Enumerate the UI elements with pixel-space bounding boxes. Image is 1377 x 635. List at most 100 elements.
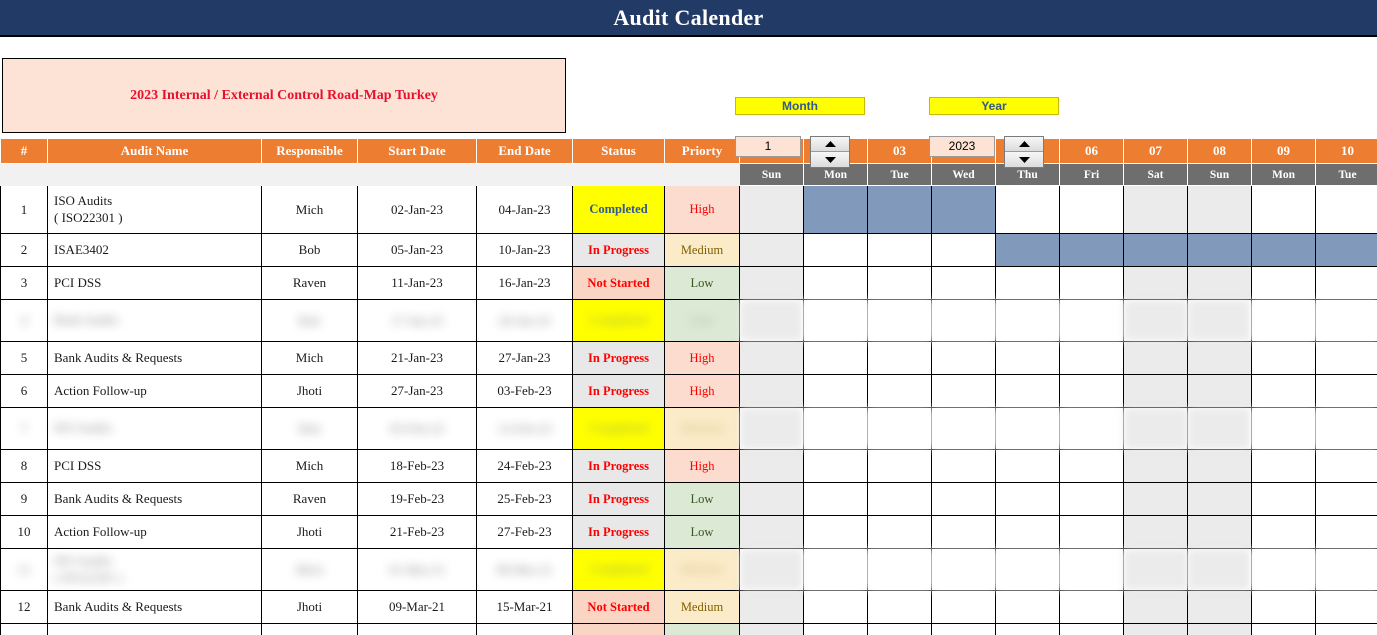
gantt-cell-day-03[interactable]	[867, 623, 932, 635]
gantt-cell-day-07[interactable]	[1123, 482, 1188, 516]
table-row[interactable]: 7 ISO Audits Bob 05-Feb-23 12-Feb-23 Complete…	[0, 407, 1377, 450]
gantt-cell-day-08[interactable]	[1187, 623, 1252, 635]
gantt-cell-day-04[interactable]	[931, 515, 996, 549]
gantt-cell-day-01[interactable]	[739, 233, 804, 267]
gantt-cell-day-07[interactable]	[1123, 515, 1188, 549]
table-row[interactable]: 11 ISO Audits( ISO22301 ) Mich 01-Mar-21 08-…	[0, 548, 1377, 591]
gantt-cell-day-01[interactable]	[739, 515, 804, 549]
gantt-cell-day-05[interactable]	[995, 185, 1060, 234]
gantt-cell-day-09[interactable]	[1251, 233, 1316, 267]
month-input[interactable]: 1	[735, 136, 801, 157]
gantt-cell-day-02[interactable]	[803, 374, 868, 408]
gantt-cell-day-06[interactable]	[1059, 233, 1124, 267]
gantt-cell-day-02[interactable]	[803, 266, 868, 300]
gantt-cell-day-04[interactable]	[931, 548, 996, 591]
gantt-cell-day-07[interactable]	[1123, 299, 1188, 342]
gantt-cell-day-02[interactable]	[803, 482, 868, 516]
table-row[interactable]: 10 Action Follow-up Jhoti 21-Feb-23 27-Feb-2…	[0, 515, 1377, 549]
gantt-cell-day-03[interactable]	[867, 185, 932, 234]
gantt-cell-day-05[interactable]	[995, 482, 1060, 516]
gantt-cell-day-02[interactable]	[803, 590, 868, 624]
gantt-cell-day-04[interactable]	[931, 623, 996, 635]
month-spinner-up-button[interactable]	[811, 137, 849, 152]
gantt-cell-day-10[interactable]	[1315, 590, 1377, 624]
gantt-cell-day-09[interactable]	[1251, 341, 1316, 375]
table-row[interactable]: 2 ISAE3402 Bob 05-Jan-23 10-Jan-23 In Progres…	[0, 233, 1377, 267]
gantt-cell-day-05[interactable]	[995, 515, 1060, 549]
gantt-cell-day-01[interactable]	[739, 299, 804, 342]
gantt-cell-day-02[interactable]	[803, 623, 868, 635]
gantt-cell-day-10[interactable]	[1315, 266, 1377, 300]
gantt-cell-day-05[interactable]	[995, 548, 1060, 591]
gantt-cell-day-06[interactable]	[1059, 449, 1124, 483]
gantt-cell-day-10[interactable]	[1315, 482, 1377, 516]
gantt-cell-day-01[interactable]	[739, 590, 804, 624]
gantt-cell-day-08[interactable]	[1187, 482, 1252, 516]
gantt-cell-day-08[interactable]	[1187, 449, 1252, 483]
gantt-cell-day-01[interactable]	[739, 548, 804, 591]
gantt-cell-day-01[interactable]	[739, 374, 804, 408]
gantt-cell-day-04[interactable]	[931, 233, 996, 267]
gantt-cell-day-03[interactable]	[867, 374, 932, 408]
gantt-cell-day-08[interactable]	[1187, 515, 1252, 549]
gantt-cell-day-08[interactable]	[1187, 185, 1252, 234]
table-row[interactable]: 5 Bank Audits & Requests Mich 21-Jan-23 27-J…	[0, 341, 1377, 375]
gantt-cell-day-10[interactable]	[1315, 515, 1377, 549]
gantt-cell-day-10[interactable]	[1315, 185, 1377, 234]
gantt-cell-day-08[interactable]	[1187, 233, 1252, 267]
gantt-cell-day-02[interactable]	[803, 548, 868, 591]
gantt-cell-day-06[interactable]	[1059, 374, 1124, 408]
table-row[interactable]: 8 PCI DSS Mich 18-Feb-23 24-Feb-23 In Progres…	[0, 449, 1377, 483]
gantt-cell-day-04[interactable]	[931, 341, 996, 375]
gantt-cell-day-01[interactable]	[739, 623, 804, 635]
gantt-cell-day-06[interactable]	[1059, 185, 1124, 234]
gantt-cell-day-09[interactable]	[1251, 482, 1316, 516]
gantt-cell-day-07[interactable]	[1123, 374, 1188, 408]
gantt-cell-day-04[interactable]	[931, 266, 996, 300]
year-spinner[interactable]	[1004, 136, 1044, 168]
gantt-cell-day-03[interactable]	[867, 266, 932, 300]
gantt-cell-day-07[interactable]	[1123, 449, 1188, 483]
gantt-cell-day-04[interactable]	[931, 590, 996, 624]
gantt-cell-day-07[interactable]	[1123, 341, 1188, 375]
gantt-cell-day-06[interactable]	[1059, 299, 1124, 342]
gantt-cell-day-02[interactable]	[803, 407, 868, 450]
gantt-cell-day-04[interactable]	[931, 374, 996, 408]
gantt-cell-day-09[interactable]	[1251, 449, 1316, 483]
gantt-cell-day-09[interactable]	[1251, 407, 1316, 450]
gantt-cell-day-06[interactable]	[1059, 482, 1124, 516]
gantt-cell-day-09[interactable]	[1251, 266, 1316, 300]
gantt-cell-day-01[interactable]	[739, 407, 804, 450]
gantt-cell-day-09[interactable]	[1251, 515, 1316, 549]
gantt-cell-day-05[interactable]	[995, 341, 1060, 375]
year-spinner-up-button[interactable]	[1005, 137, 1043, 152]
gantt-cell-day-09[interactable]	[1251, 590, 1316, 624]
gantt-cell-day-02[interactable]	[803, 185, 868, 234]
gantt-cell-day-07[interactable]	[1123, 548, 1188, 591]
gantt-cell-day-06[interactable]	[1059, 623, 1124, 635]
gantt-cell-day-06[interactable]	[1059, 515, 1124, 549]
gantt-cell-day-06[interactable]	[1059, 407, 1124, 450]
gantt-cell-day-08[interactable]	[1187, 341, 1252, 375]
gantt-cell-day-10[interactable]	[1315, 299, 1377, 342]
gantt-cell-day-09[interactable]	[1251, 185, 1316, 234]
gantt-cell-day-03[interactable]	[867, 515, 932, 549]
gantt-cell-day-03[interactable]	[867, 548, 932, 591]
gantt-cell-day-01[interactable]	[739, 341, 804, 375]
gantt-cell-day-04[interactable]	[931, 482, 996, 516]
gantt-cell-day-06[interactable]	[1059, 341, 1124, 375]
gantt-cell-day-07[interactable]	[1123, 266, 1188, 300]
gantt-cell-day-01[interactable]	[739, 266, 804, 300]
gantt-cell-day-08[interactable]	[1187, 548, 1252, 591]
gantt-cell-day-02[interactable]	[803, 233, 868, 267]
gantt-cell-day-05[interactable]	[995, 590, 1060, 624]
gantt-cell-day-03[interactable]	[867, 449, 932, 483]
gantt-cell-day-08[interactable]	[1187, 407, 1252, 450]
gantt-cell-day-06[interactable]	[1059, 548, 1124, 591]
gantt-cell-day-05[interactable]	[995, 233, 1060, 267]
table-row[interactable]: 12 Bank Audits & Requests Jhoti 09-Mar-21 15…	[0, 590, 1377, 624]
gantt-cell-day-10[interactable]	[1315, 449, 1377, 483]
gantt-cell-day-09[interactable]	[1251, 299, 1316, 342]
year-spinner-down-button[interactable]	[1005, 152, 1043, 167]
gantt-cell-day-04[interactable]	[931, 449, 996, 483]
